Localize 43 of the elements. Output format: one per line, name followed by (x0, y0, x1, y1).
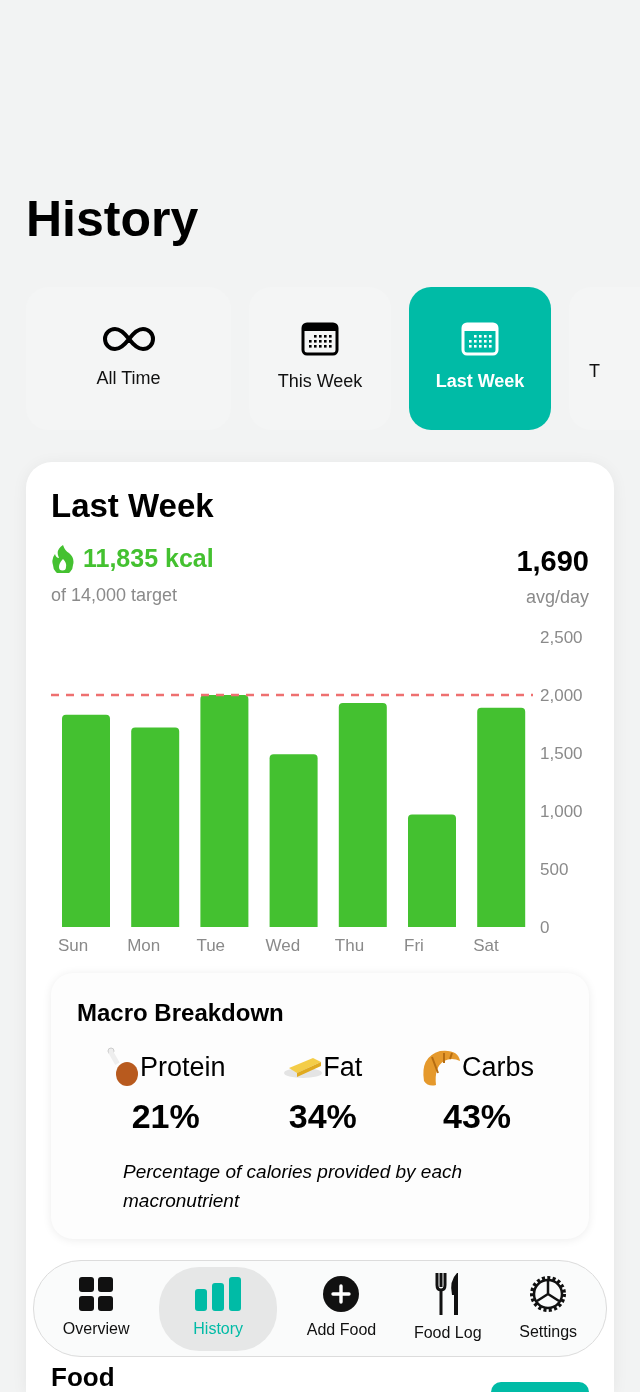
macro-name: Fat (323, 1050, 363, 1084)
page-title: History (25, 190, 200, 247)
axis-label: 2,000 (540, 685, 583, 705)
macro-name: Protein (139, 1050, 226, 1084)
section-title: Food (51, 1362, 115, 1392)
calendar-icon (461, 322, 499, 356)
flame-icon (51, 545, 75, 574)
note-text: Percentage of calories provided by each macronutrient (122, 1160, 464, 1213)
calorie-total: 11,835 kcal (83, 543, 214, 575)
axis-label: 0 (540, 917, 550, 937)
axis-label: 500 (540, 859, 569, 879)
average-label: avg/day (524, 585, 589, 609)
toggle-switch[interactable] (491, 1382, 589, 1392)
axis-label: Thu (334, 935, 365, 955)
target-text: of 14,000 target (51, 583, 179, 607)
macro-percent: 43% (443, 1096, 512, 1138)
axis-label: Mon (127, 935, 161, 955)
axis-label: Fri (404, 935, 424, 955)
calendar-icon (301, 322, 339, 356)
macro-percent: 34% (288, 1096, 357, 1138)
fork-knife-icon (434, 1272, 461, 1315)
nav-tab[interactable]: Food Log (405, 1262, 490, 1355)
drumstick-icon (105, 1047, 140, 1088)
card-title: Macro Breakdown (77, 997, 285, 1028)
infinity-icon (102, 325, 155, 353)
nav-tab[interactable]: Add Food (298, 1265, 385, 1352)
nav-tab[interactable]: Overview (54, 1266, 138, 1351)
grid-icon (79, 1276, 114, 1311)
bar-chart-icon (195, 1276, 242, 1311)
axis-label: Sat (473, 935, 499, 955)
nav-tab[interactable]: Settings (511, 1263, 586, 1354)
axis-label: 2,500 (540, 627, 583, 647)
macro-name: Carbs (462, 1050, 535, 1084)
average-value: 1,690 (516, 544, 589, 580)
axis-label: 1,000 (540, 801, 583, 821)
axis-label: Tue (196, 935, 226, 955)
axis-label: Wed (265, 935, 301, 955)
axis-label: Sun (58, 935, 89, 955)
card-title: Last Week (51, 488, 215, 525)
settings-icon (528, 1273, 569, 1314)
axis-label: 1,500 (540, 743, 583, 763)
plus-icon (323, 1275, 360, 1312)
macro-percent: 21% (131, 1096, 200, 1138)
